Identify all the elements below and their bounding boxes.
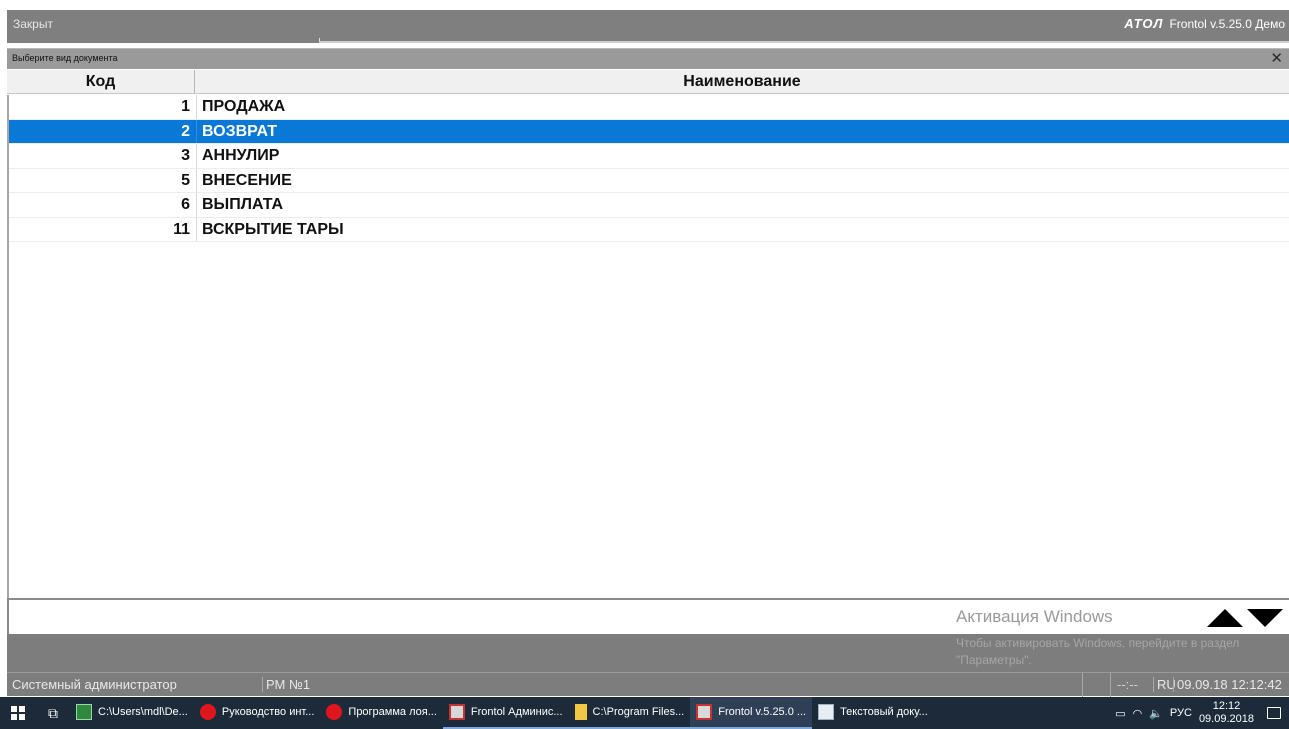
document-type-list: 1 ПРОДАЖА 2 ВОЗВРАТ 3 АННУЛИР 5 ВНЕСЕНИЕ… (7, 95, 1289, 598)
status-datetime: 09.09.18 12:12:42 (1173, 677, 1282, 692)
table-row[interactable]: 6 ВЫПЛАТА (9, 193, 1289, 218)
battery-icon[interactable]: ▭ (1115, 707, 1125, 720)
notifications-icon[interactable] (1267, 707, 1281, 719)
taskbar-item-label: C:\Program Files... (592, 706, 685, 718)
taskbar-item-label: Руководство инт... (221, 706, 315, 718)
frontol-window: Закрыт ATOЛ Frontol v.5.25.0 Демо Выбери… (0, 0, 1289, 729)
taskbar: ⧉ C:\Users\mdl\De... Руководство инт... … (0, 697, 1289, 729)
atol-logo: ATOЛ (1124, 16, 1164, 31)
row-name: ВНЕСЕНИЕ (202, 171, 292, 189)
taskbar-item-opera-1[interactable]: Руководство инт... (194, 697, 321, 729)
taskbar-item-opera-2[interactable]: Программа лоя... (320, 697, 442, 729)
taskbar-item-frontol[interactable]: Frontol v.5.25.0 ... (690, 697, 813, 729)
status-dashes: --:-- (1117, 677, 1138, 692)
status-divider (1082, 673, 1083, 697)
row-name: ВЫПЛАТА (202, 196, 284, 213)
system-tray: ▭ ◠ 🔈 РУС 12:12 09.09.2018 (1115, 700, 1289, 726)
taskbar-item-excel[interactable]: C:\Users\mdl\De... (70, 697, 194, 729)
excel-icon (76, 704, 92, 720)
scroll-down-button[interactable] (1246, 604, 1284, 632)
title-bar: Закрыт ATOЛ Frontol v.5.25.0 Демо (7, 10, 1289, 43)
start-button[interactable] (0, 697, 36, 729)
row-name: АННУЛИР (202, 147, 280, 164)
opera-icon (199, 704, 216, 720)
scroll-up-button[interactable] (1206, 604, 1244, 632)
search-input[interactable] (9, 600, 1199, 634)
frontol-icon (448, 704, 465, 720)
shift-status: Закрыт (13, 17, 53, 31)
taskbar-item-label: Frontol Админис... (470, 706, 563, 718)
dialog-caption-bar: Выберите вид документа ✕ (7, 48, 1289, 69)
title-separator (319, 41, 1289, 43)
folder-icon (574, 704, 587, 720)
row-code: 6 (9, 193, 197, 217)
taskbar-item-label: Frontol v.5.25.0 ... (718, 706, 807, 718)
table-row-selected[interactable]: 2 ВОЗВРАТ (9, 119, 1289, 144)
taskbar-item-folder[interactable]: C:\Program Files... (568, 697, 691, 729)
tray-time: 12:12 (1212, 700, 1241, 712)
row-name: ВОЗВРАТ (202, 122, 277, 140)
taskbar-item-frontol-admin[interactable]: Frontol Админис... (442, 697, 569, 729)
taskbar-item-label: Текстовый доку... (840, 706, 928, 718)
arrow-up-icon (1207, 609, 1243, 627)
row-code: 3 (9, 144, 197, 168)
taskbar-item-notepad[interactable]: Текстовый доку... (812, 697, 934, 729)
tray-language[interactable]: РУС (1170, 707, 1192, 719)
row-code: 1 (9, 95, 197, 119)
table-header: Код Наименование (7, 70, 1289, 94)
status-bar: Системный администратор РМ №1 --:-- RU 0… (7, 672, 1289, 697)
app-version: Frontol v.5.25.0 Демо (1169, 16, 1285, 31)
table-row[interactable]: 11 ВСКРЫТИЕ ТАРЫ (9, 217, 1289, 242)
row-code: 5 (9, 168, 197, 192)
opera-icon (326, 704, 343, 720)
row-name: ВСКРЫТИЕ ТАРЫ (202, 220, 344, 238)
tray-date: 09.09.2018 (1198, 713, 1254, 725)
notepad-icon (818, 704, 835, 720)
close-icon[interactable]: ✕ (1270, 50, 1283, 68)
workstation: РМ №1 (262, 677, 310, 692)
tray-clock[interactable]: 12:12 09.09.2018 (1199, 700, 1254, 726)
arrow-down-icon (1247, 609, 1283, 627)
row-code: 11 (9, 217, 197, 241)
status-divider (1110, 673, 1111, 697)
wifi-icon[interactable]: ◠ (1133, 707, 1143, 720)
taskbar-item-label: Программа лоя... (348, 706, 437, 718)
column-header-name[interactable]: Наименование (195, 70, 1289, 93)
brand: ATOЛ Frontol v.5.25.0 Демо (1124, 16, 1285, 31)
row-code: 2 (9, 119, 197, 143)
task-view-button[interactable]: ⧉ (36, 697, 70, 729)
table-row[interactable]: 1 ПРОДАЖА (9, 95, 1289, 120)
dialog-title: Выберите вид документа (12, 53, 118, 63)
row-name: ПРОДАЖА (202, 98, 286, 115)
table-row[interactable]: 5 ВНЕСЕНИЕ (9, 168, 1289, 193)
left-margin (0, 0, 7, 729)
frontol-icon (696, 704, 713, 720)
input-panel (7, 598, 1289, 634)
taskbar-item-label: C:\Users\mdl\De... (98, 706, 188, 718)
table-row[interactable]: 3 АННУЛИР (9, 144, 1289, 169)
footer-panel (7, 634, 1289, 672)
column-header-code[interactable]: Код (7, 70, 195, 93)
volume-icon[interactable]: 🔈 (1149, 707, 1163, 720)
task-view-icon: ⧉ (48, 704, 58, 721)
current-user: Системный администратор (12, 677, 177, 692)
windows-icon (11, 706, 25, 720)
